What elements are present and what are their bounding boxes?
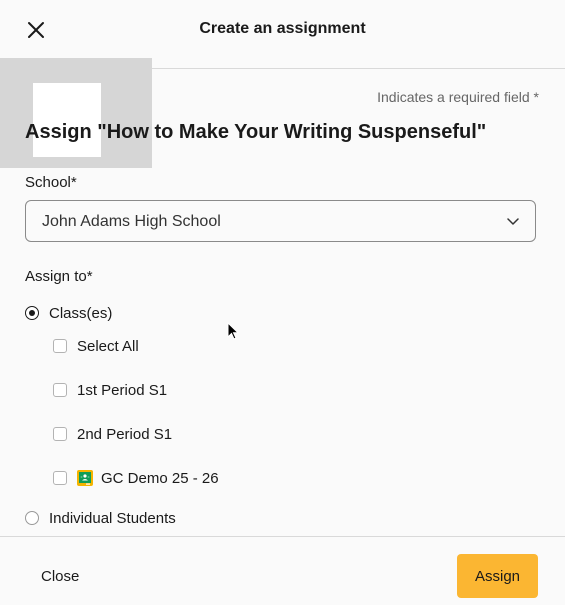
checkbox-label: 1st Period S1	[77, 381, 168, 399]
checkbox[interactable]	[53, 471, 67, 485]
school-select[interactable]: John Adams High School	[25, 200, 536, 242]
radio-button-checked[interactable]	[25, 306, 39, 320]
mouse-cursor-icon	[227, 322, 239, 340]
checkbox-class-gc-demo[interactable]: GC Demo 25 - 26	[53, 468, 219, 488]
radio-classes[interactable]: Class(es)	[25, 303, 112, 323]
close-button[interactable]: Close	[41, 568, 79, 585]
radio-button[interactable]	[25, 511, 39, 525]
checkbox-label: 2nd Period S1	[77, 425, 173, 443]
radio-individual-students[interactable]: Individual Students	[25, 508, 176, 528]
assignment-heading: Assign "How to Make Your Writing Suspens…	[25, 121, 487, 143]
assign-button[interactable]: Assign	[457, 554, 538, 598]
assign-to-label: Assign to*	[25, 268, 93, 285]
chevron-down-icon	[507, 218, 519, 225]
google-classroom-icon	[77, 470, 93, 486]
checkbox-class-1st-period[interactable]: 1st Period S1	[53, 380, 167, 400]
checkbox-select-all[interactable]: Select All	[53, 336, 139, 356]
create-assignment-modal: Create an assignment Indicates a require…	[0, 0, 565, 605]
checkbox[interactable]	[53, 339, 67, 353]
checkbox-label: GC Demo 25 - 26	[101, 469, 219, 487]
school-label: School*	[25, 174, 77, 191]
lesson-thumbnail-image	[33, 83, 101, 157]
checkbox-class-2nd-period[interactable]: 2nd Period S1	[53, 424, 172, 444]
school-select-value: John Adams High School	[42, 213, 221, 230]
required-field-note: Indicates a required field *	[377, 89, 539, 105]
modal-title: Create an assignment	[199, 20, 366, 37]
checkbox[interactable]	[53, 383, 67, 397]
lesson-thumbnail	[0, 58, 152, 168]
checkbox-label: Select All	[77, 337, 139, 355]
checkbox[interactable]	[53, 427, 67, 441]
modal-footer: Close Assign	[0, 536, 565, 605]
radio-classes-label: Class(es)	[49, 304, 113, 322]
radio-individual-students-label: Individual Students	[49, 509, 176, 527]
